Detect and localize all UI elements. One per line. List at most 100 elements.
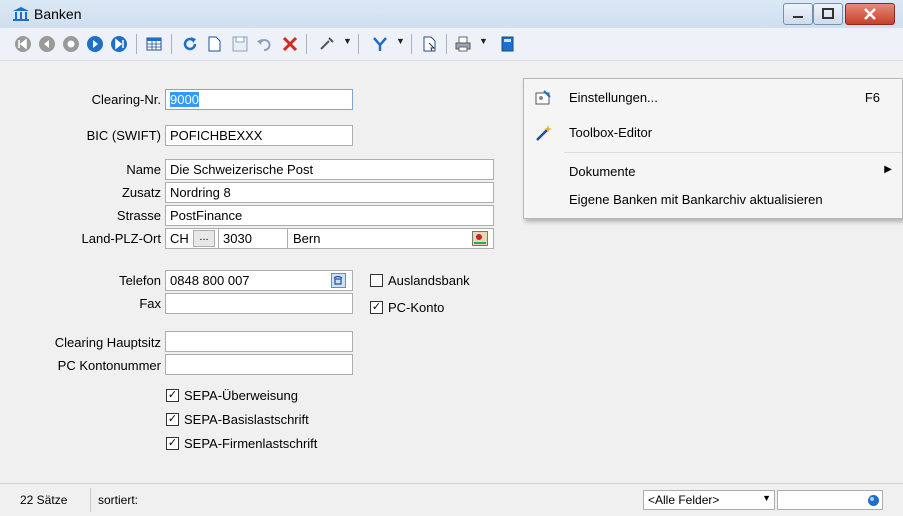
table-view-icon	[146, 37, 162, 51]
pc-konto-label: PC-Konto	[388, 300, 445, 315]
bank-icon	[13, 7, 29, 21]
sort-status: sortiert:	[98, 493, 139, 507]
phone-icon[interactable]	[331, 273, 346, 288]
refresh-icon	[183, 37, 197, 51]
filter-dropdown-icon[interactable]: ▼	[396, 36, 405, 46]
field-select-value: <Alle Felder>	[648, 493, 720, 507]
wand-icon	[536, 125, 552, 141]
auslandsbank-checkbox[interactable]	[370, 274, 383, 287]
divider	[218, 228, 219, 249]
pc-konto-checkbox[interactable]: ✓	[370, 301, 383, 314]
sepa-ueberweisung-checkbox[interactable]: ✓	[166, 389, 179, 402]
menu-item-label: Dokumente	[569, 164, 636, 179]
tools-icon	[320, 37, 334, 50]
filter-icon	[373, 37, 387, 51]
toolbar-separator	[306, 34, 307, 54]
toolbar: ▼ ▼ ▼	[0, 28, 903, 61]
telefon-label: Telefon	[119, 273, 161, 288]
toolbar-separator	[411, 34, 412, 54]
delete-icon	[282, 36, 298, 52]
menu-item-toolbox-editor[interactable]: Toolbox-Editor	[524, 118, 902, 148]
delete-button[interactable]	[279, 33, 301, 55]
tools-dropdown-icon[interactable]: ▼	[343, 36, 352, 46]
first-record-button[interactable]	[12, 33, 34, 55]
maximize-button[interactable]	[813, 3, 843, 25]
banken-window: Banken ▼ ▼ ▼ Clearing-Nr. 9000 BIC (SWIF…	[0, 0, 903, 516]
maximize-icon	[822, 8, 834, 19]
menu-item-label: Eigene Banken mit Bankarchiv aktualisier…	[569, 192, 823, 207]
menu-item-banken-aktualisieren[interactable]: Eigene Banken mit Bankarchiv aktualisier…	[524, 185, 902, 215]
sepa-firmenlastschrift-checkbox[interactable]: ✓	[166, 437, 179, 450]
chevron-down-icon[interactable]: ▼	[762, 493, 771, 503]
current-record-button[interactable]	[60, 33, 82, 55]
close-button[interactable]	[845, 3, 895, 25]
toolbar-separator	[171, 34, 172, 54]
strasse-label: Strasse	[116, 208, 161, 223]
bic-input[interactable]: POFICHBEXXX	[165, 125, 353, 146]
zusatz-label: Zusatz	[121, 185, 161, 200]
clearing-hauptsitz-input[interactable]	[165, 331, 353, 352]
map-icon[interactable]	[472, 231, 488, 246]
clearing-input[interactable]: 9000	[165, 89, 353, 110]
toolbar-separator	[136, 34, 137, 54]
status-divider	[90, 488, 91, 512]
plz-input[interactable]: 3030	[223, 231, 252, 246]
context-menu: Einstellungen... F6 Toolbox-Editor Dokum…	[523, 78, 903, 219]
last-record-button[interactable]	[108, 33, 130, 55]
book-button[interactable]	[496, 33, 518, 55]
record-count: 22 Sätze	[20, 493, 68, 507]
previous-record-button[interactable]	[36, 33, 58, 55]
save-icon	[232, 36, 248, 52]
filter-button[interactable]	[369, 33, 391, 55]
telefon-input[interactable]: 0848 800 007	[165, 270, 353, 291]
fax-input[interactable]	[165, 293, 353, 314]
print-icon	[455, 36, 471, 52]
search-input[interactable]	[777, 490, 883, 510]
bic-label: BIC (SWIFT)	[86, 128, 161, 143]
next-record-button[interactable]	[84, 33, 106, 55]
pc-kontonummer-label: PC Kontonummer	[57, 358, 161, 373]
clearing-value: 9000	[170, 92, 199, 107]
search-icon[interactable]	[867, 494, 880, 507]
sepa-ueberweisung-label: SEPA-Überweisung	[184, 388, 298, 403]
save-button[interactable]	[229, 33, 251, 55]
sepa-basislastschrift-label: SEPA-Basislastschrift	[184, 412, 309, 427]
document-icon	[423, 36, 436, 52]
name-input[interactable]: Die Schweizerische Post	[165, 159, 494, 180]
previous-record-icon	[39, 36, 55, 52]
menu-item-shortcut: F6	[864, 90, 880, 105]
minimize-icon	[793, 16, 803, 18]
field-select[interactable]: <Alle Felder> ▼	[643, 490, 775, 510]
refresh-button[interactable]	[179, 33, 201, 55]
land-input[interactable]: CH	[170, 231, 189, 246]
pc-kontonummer-input[interactable]	[165, 354, 353, 375]
menu-separator	[564, 152, 902, 153]
sepa-firmenlastschrift-label: SEPA-Firmenlastschrift	[184, 436, 318, 451]
new-button[interactable]	[203, 33, 225, 55]
document-button[interactable]	[418, 33, 440, 55]
toolbar-separator	[446, 34, 447, 54]
land-lookup-button[interactable]: ...	[193, 230, 215, 247]
menu-item-dokumente[interactable]: Dokumente ▶	[524, 157, 902, 187]
strasse-input[interactable]: PostFinance	[165, 205, 494, 226]
new-icon	[208, 36, 221, 52]
minimize-button[interactable]	[783, 3, 813, 25]
close-icon	[864, 8, 876, 20]
table-view-button[interactable]	[143, 33, 165, 55]
auslandsbank-label: Auslandsbank	[388, 273, 470, 288]
undo-button[interactable]	[253, 33, 275, 55]
book-icon	[501, 36, 514, 52]
settings-icon	[535, 90, 551, 105]
print-dropdown-icon[interactable]: ▼	[479, 36, 488, 46]
tools-button[interactable]	[316, 33, 338, 55]
menu-item-einstellungen[interactable]: Einstellungen... F6	[524, 83, 902, 113]
print-button[interactable]	[452, 33, 474, 55]
record-icon	[63, 36, 79, 52]
clearing-label: Clearing-Nr.	[91, 92, 161, 107]
window-title: Banken	[34, 6, 82, 22]
toolbar-separator	[358, 34, 359, 54]
sepa-basislastschrift-checkbox[interactable]: ✓	[166, 413, 179, 426]
title-bar: Banken	[0, 0, 903, 28]
zusatz-input[interactable]: Nordring 8	[165, 182, 494, 203]
ort-input[interactable]: Bern	[293, 231, 320, 246]
